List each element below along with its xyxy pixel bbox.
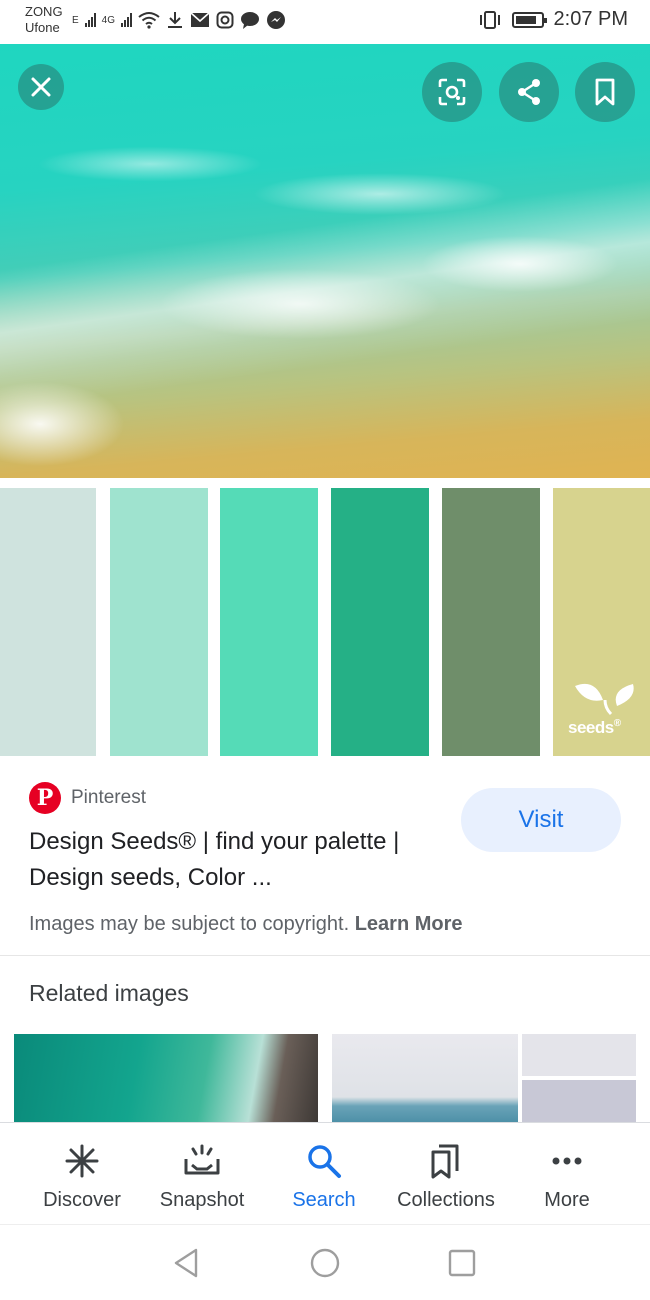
share-button[interactable]: [499, 62, 559, 122]
close-icon: [31, 77, 51, 97]
hero-image[interactable]: [0, 44, 650, 478]
nav-label: Collections: [397, 1189, 495, 1211]
vibrate-icon: [479, 10, 500, 29]
seeds-wordmark: seeds®: [568, 718, 621, 738]
wifi-icon: [138, 12, 160, 29]
system-navigation-bar: [0, 1224, 650, 1300]
palette-swatch: [331, 488, 429, 756]
nav-search[interactable]: Search: [259, 1123, 389, 1225]
status-icons-right: 2:07 PM: [478, 8, 628, 31]
related-image-thumbnail[interactable]: [332, 1034, 636, 1124]
status-bar: ZONG Ufone E 4G 2:07 PM: [0, 0, 650, 44]
lens-button[interactable]: [422, 62, 482, 122]
result-title[interactable]: Design Seeds® | find your palette | Desi…: [29, 824, 449, 896]
thumbnail-photo: [332, 1034, 518, 1124]
back-triangle-icon: [174, 1248, 198, 1278]
asterisk-icon: [62, 1141, 102, 1181]
related-images-heading: Related images: [29, 980, 189, 1006]
nav-label: More: [544, 1189, 590, 1211]
thumbnail-swatch: [522, 1034, 636, 1076]
more-dots-icon: [547, 1141, 587, 1181]
nav-more[interactable]: More: [502, 1123, 632, 1225]
home-button[interactable]: [307, 1245, 343, 1281]
snapshot-icon: [182, 1141, 222, 1181]
nav-snapshot[interactable]: Snapshot: [137, 1123, 267, 1225]
copyright-text: Images may be subject to copyright.: [29, 913, 350, 935]
bookmark-icon: [595, 78, 615, 106]
back-button[interactable]: [168, 1245, 204, 1281]
home-circle-icon: [310, 1248, 340, 1278]
thumbnail-swatch: [522, 1080, 636, 1124]
nav-label: Snapshot: [159, 1189, 245, 1211]
carrier-info: ZONG Ufone: [25, 4, 63, 36]
download-icon: [168, 12, 183, 28]
signal-icon-2: [121, 13, 133, 27]
instagram-icon: [216, 11, 234, 29]
nav-discover[interactable]: Discover: [17, 1123, 147, 1225]
related-image-thumbnail[interactable]: [14, 1034, 318, 1124]
clock: 2:07 PM: [553, 8, 628, 30]
network-type-2: 4G: [101, 14, 116, 26]
recents-button[interactable]: [444, 1245, 480, 1281]
source-row[interactable]: P Pinterest: [29, 782, 146, 814]
divider: [0, 955, 650, 956]
carrier-secondary: Ufone: [25, 20, 60, 35]
nav-label: Discover: [43, 1189, 121, 1211]
palette-swatch: [442, 488, 540, 756]
palette-swatch: [0, 488, 96, 756]
messenger-icon: [267, 11, 286, 29]
chat-icon: [241, 12, 260, 29]
nav-label: Search: [292, 1189, 356, 1211]
pinterest-logo-icon: P: [29, 782, 61, 814]
recents-square-icon: [448, 1249, 476, 1277]
status-icons-left: E 4G: [72, 10, 286, 30]
learn-more-link[interactable]: Learn More: [355, 913, 463, 935]
color-palette[interactable]: seeds®: [0, 488, 650, 758]
mail-icon: [190, 12, 210, 27]
share-icon: [518, 79, 540, 105]
search-icon: [304, 1141, 344, 1181]
pinterest-logo-letter: P: [36, 785, 54, 811]
signal-icon: [84, 13, 96, 27]
wave-foam: [0, 175, 650, 413]
carrier-primary: ZONG: [25, 4, 63, 19]
collections-icon: [426, 1141, 466, 1181]
lens-icon: [438, 78, 466, 106]
seeds-wordmark-mark: ®: [613, 718, 621, 729]
save-button[interactable]: [575, 62, 635, 122]
palette-swatch: [220, 488, 318, 756]
palette-swatch: [110, 488, 208, 756]
battery-icon: [511, 11, 547, 28]
network-type-1: E: [72, 14, 79, 26]
copyright-notice: Images may be subject to copyright. Lear…: [29, 913, 463, 936]
seeds-wordmark-text: seeds: [568, 718, 614, 737]
nav-collections[interactable]: Collections: [381, 1123, 511, 1225]
close-button[interactable]: [18, 64, 64, 110]
source-name: Pinterest: [71, 787, 146, 808]
visit-button[interactable]: Visit: [461, 788, 621, 852]
bottom-navigation: Discover Snapshot Search Collections Mor…: [0, 1122, 650, 1224]
